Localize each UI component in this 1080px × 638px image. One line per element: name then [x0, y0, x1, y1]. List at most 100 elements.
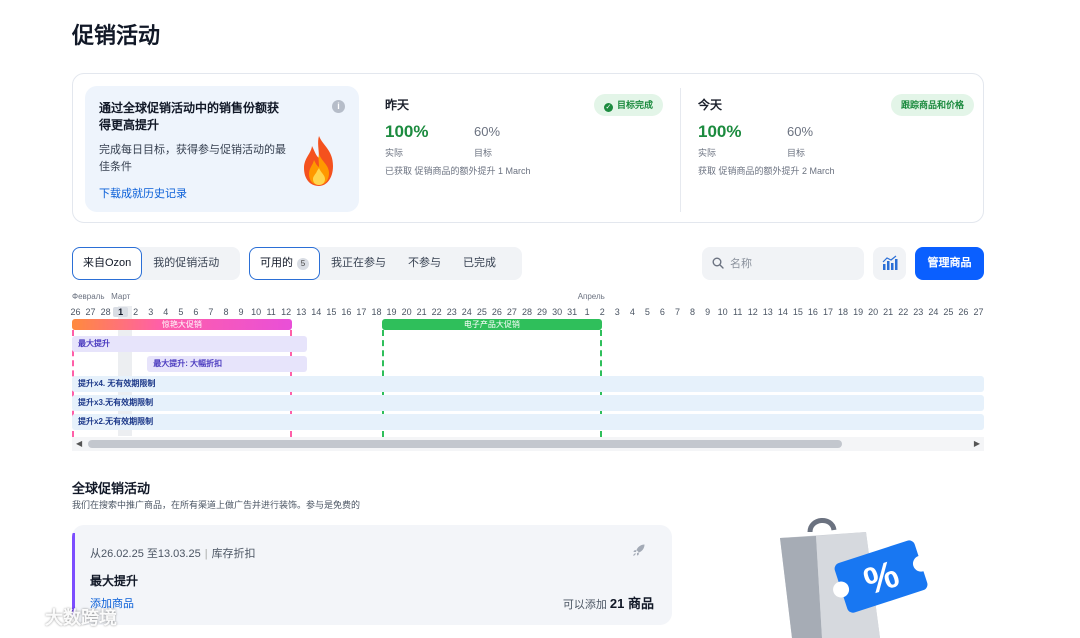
day-label: 18	[371, 307, 382, 317]
day-label: 28	[100, 307, 111, 317]
timeline-promo-row[interactable]: 提升x3.无有效期限制	[72, 395, 984, 411]
day-label: 23	[913, 307, 924, 317]
day-label: 20	[868, 307, 879, 317]
daily-goal-summary: 通过全球促销活动中的销售份额获得更高提升 完成每日目标，获得参与促销活动的最佳条…	[72, 73, 984, 223]
track-products-badge[interactable]: 跟踪商品和价格	[890, 94, 974, 116]
tab-not-participating[interactable]: 不参与	[397, 247, 452, 280]
month-label: Март	[111, 292, 131, 301]
day-label: 31	[567, 307, 578, 317]
promo-info-description: 完成每日目标，获得参与促销活动的最佳条件	[99, 144, 286, 173]
watermark-text: 大数跨境	[45, 608, 118, 628]
available-prefix: 可以添加	[562, 599, 607, 611]
promo-info-title: 通过全球促销活动中的销售份额获得更高提升	[99, 101, 280, 132]
day-label: 26	[491, 307, 502, 317]
tab-participating[interactable]: 我正在参与	[320, 247, 397, 280]
available-count-badge: 5	[297, 258, 309, 270]
day-label: 22	[898, 307, 909, 317]
day-label: 2	[599, 307, 605, 317]
yesterday-label: 昨天	[385, 98, 410, 112]
yesterday-actual-value: 100%	[385, 122, 429, 141]
fire-icon	[304, 136, 333, 186]
day-label: 10	[717, 307, 728, 317]
day-label: 4	[629, 307, 635, 317]
day-label: 6	[659, 307, 665, 317]
search-input[interactable]	[730, 247, 860, 280]
day-label: 27	[506, 307, 517, 317]
day-label: 29	[537, 307, 548, 317]
timeline-promo-row[interactable]: 提升x4. 无有效期限制	[72, 376, 984, 392]
day-label: 19	[853, 307, 864, 317]
day-label: 25	[476, 307, 487, 317]
promo-timeline: Февраль Март Апрель 26 27 28 1 2 3 4 5 6 7 8 9 10 11 12 1…	[70, 292, 984, 454]
day-label: 14	[777, 307, 788, 317]
day-label: 9	[238, 307, 244, 317]
day-label: 7	[674, 307, 680, 317]
scroll-left-icon[interactable]: ◀	[76, 439, 82, 448]
info-icon[interactable]: i	[332, 100, 345, 113]
yesterday-actual-label: 实际	[385, 148, 404, 158]
global-promo-info: 通过全球促销活动中的销售份额获得更高提升 完成每日目标，获得参与促销活动的最佳条…	[85, 86, 359, 212]
day-label: 12	[281, 307, 292, 317]
goal-completed-text: 目标完成	[616, 100, 653, 110]
analytics-button[interactable]	[873, 247, 906, 280]
yesterday-target-label: 目标	[474, 148, 493, 158]
rocket-icon[interactable]	[632, 543, 646, 557]
promotion-dates: 从26.02.25 至13.03.25 | 库存折扣	[90, 548, 256, 560]
global-promotions-subtitle: 我们在搜索中推广商品，在所有渠道上做广告并进行装饰。参与是免费的	[72, 500, 361, 510]
yesterday-note: 已获取 促销商品的额外提升 1 March	[385, 166, 531, 176]
status-filter: 可用的 5 我正在参与 不参与 已完成	[249, 247, 522, 280]
day-label: 17	[822, 307, 833, 317]
day-label: 11	[266, 307, 276, 317]
day-label: 21	[416, 307, 427, 317]
today-stats: 今天 跟踪商品和价格 100% 实际 60% 目标 获取 促销商品的额外提升 2…	[698, 86, 974, 212]
shopping-bag-discount-illustration: %	[780, 518, 929, 638]
day-label: 10	[251, 307, 262, 317]
scroll-right-icon[interactable]: ▶	[974, 439, 980, 448]
scroll-thumb[interactable]	[88, 440, 842, 448]
day-label: 13	[762, 307, 773, 317]
day-label: 25	[943, 307, 954, 317]
search-icon	[712, 257, 724, 269]
timeline-promo-row[interactable]: 最大提升: 大幅折扣	[147, 356, 307, 372]
month-label: Апрель	[577, 292, 605, 301]
goal-completed-badge: ✓ 目标完成	[593, 94, 663, 116]
timeline-scrollbar[interactable]: ◀ ▶	[72, 437, 984, 451]
promotion-date-range: 从26.02.25 至13.03.25	[90, 548, 201, 560]
day-label: 12	[747, 307, 758, 317]
day-label: 18	[838, 307, 849, 317]
day-label: 30	[552, 307, 563, 317]
today-label: 今天	[698, 98, 723, 112]
search-box	[702, 247, 864, 280]
day-label: 27	[85, 307, 96, 317]
today-target-label: 目标	[787, 148, 806, 158]
tab-completed[interactable]: 已完成	[452, 247, 507, 280]
day-label: 13	[296, 307, 307, 317]
day-label: 11	[733, 307, 743, 317]
tab-from-ozon[interactable]: 来自Ozon	[72, 247, 143, 280]
day-label: 28	[521, 307, 532, 317]
tab-available[interactable]: 可用的 5	[249, 247, 320, 280]
day-label: 16	[341, 307, 352, 317]
today-actual-value: 100%	[698, 122, 742, 141]
day-label: 9	[705, 307, 711, 317]
timeline-promo-row[interactable]: 最大提升	[72, 336, 307, 352]
day-label: 20	[401, 307, 412, 317]
campaign-bar[interactable]: 惊艳大促销	[72, 319, 292, 330]
month-label: Февраль	[72, 292, 105, 301]
chart-icon	[882, 255, 898, 270]
today-note: 获取 促销商品的额外提升 2 March	[698, 166, 835, 176]
manage-products-button[interactable]: 管理商品	[915, 247, 984, 280]
watermark-logo-icon	[11, 609, 37, 625]
today-day-label: 1	[113, 307, 129, 317]
day-label: 14	[311, 307, 322, 317]
day-label: 8	[690, 307, 696, 317]
day-label: 24	[461, 307, 472, 317]
day-label: 21	[883, 307, 894, 317]
check-icon: ✓	[603, 103, 613, 112]
download-history-link[interactable]: 下载成就历史记录	[99, 185, 187, 201]
tab-my-promotions[interactable]: 我的促销活动	[142, 247, 230, 280]
day-label: 22	[431, 307, 442, 317]
campaign-bar[interactable]: 电子产品大促销	[382, 319, 602, 330]
timeline-promo-row[interactable]: 提升x2.无有效期限制	[72, 414, 984, 430]
promotion-card[interactable]: 从26.02.25 至13.03.25 | 库存折扣 最大提升 添加商品 可以添加 …	[72, 525, 672, 625]
